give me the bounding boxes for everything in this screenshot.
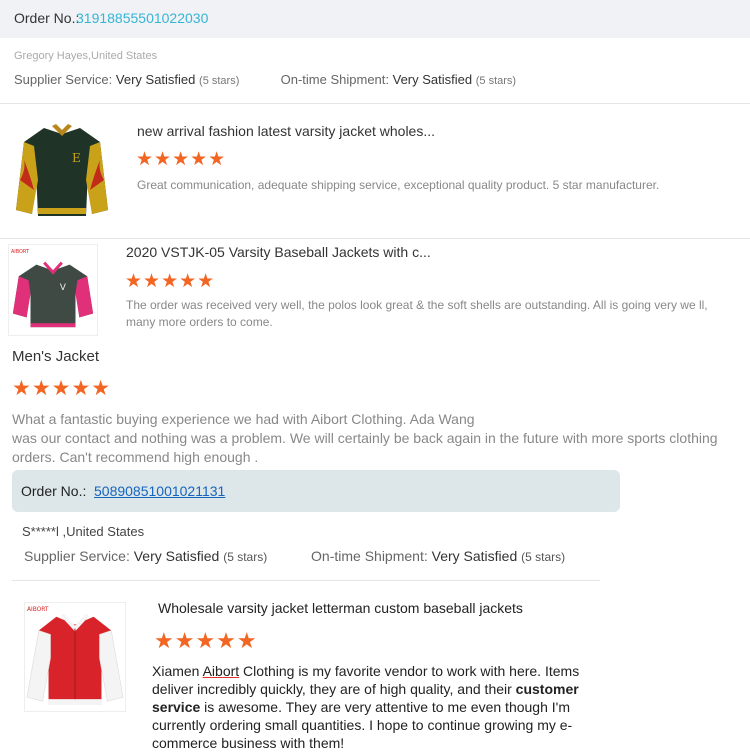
review-text: The order was received very well, the po… — [126, 298, 708, 329]
supplier-service-value: Very Satisfied — [133, 548, 220, 564]
product-title-link[interactable]: Wholesale varsity jacket letterman custo… — [158, 600, 523, 616]
service-ratings-row: Supplier Service: Very Satisfied (5 star… — [24, 548, 565, 564]
order-header-1: Order No.: 31918855501022030 — [0, 0, 750, 38]
product-image[interactable]: AIBORT V — [8, 244, 98, 336]
supplier-service-label: Supplier Service: — [14, 72, 113, 87]
product-image[interactable]: E — [14, 120, 110, 220]
shipment-value: Very Satisfied — [431, 548, 518, 564]
buyer-name: S*****l ,United States — [22, 524, 145, 539]
order-number-link[interactable]: 31918855501022030 — [76, 10, 208, 26]
rating-stars: ★★★★★ — [136, 149, 227, 170]
shipment-stars: (5 stars) — [475, 75, 517, 87]
review-line: was our contact and nothing was a proble… — [12, 430, 718, 465]
divider — [12, 580, 600, 581]
rating-stars: ★★★★★ — [125, 271, 216, 292]
review-text: What a fantastic buying experience we ha… — [12, 410, 732, 467]
shipment-label: On-time Shipment: — [311, 548, 428, 564]
review-heading: Men's Jacket — [12, 348, 100, 365]
rating-stars: ★★★★★ — [154, 628, 258, 653]
order-header-2: Order No.: 50890851001021131 — [12, 470, 620, 512]
svg-text:AIBORT: AIBORT — [27, 607, 49, 613]
shipment-stars: (5 stars) — [521, 550, 566, 564]
review-fragment: Xiamen — [152, 663, 203, 679]
product-title-link[interactable]: new arrival fashion latest varsity jacke… — [137, 123, 435, 139]
order-number-label: Order No.: — [14, 10, 80, 26]
supplier-service-stars: (5 stars) — [223, 550, 268, 564]
svg-text:AIBORT: AIBORT — [11, 249, 29, 255]
supplier-service-value: Very Satisfied — [115, 72, 196, 87]
rating-stars: ★★★★★ — [12, 377, 112, 400]
order-number-link[interactable]: 50890851001021131 — [94, 483, 225, 499]
service-ratings-row: Supplier Service: Very Satisfied (5 star… — [14, 72, 516, 87]
shipment-label: On-time Shipment: — [280, 72, 389, 87]
review-text: Great communication, adequate shipping s… — [137, 178, 660, 192]
review-fragment: is awesome. They are very attentive to m… — [152, 699, 573, 751]
divider — [0, 238, 750, 239]
product-title-link[interactable]: 2020 VSTJK-05 Varsity Baseball Jackets w… — [126, 244, 431, 260]
review-text: Xiamen Aibort Clothing is my favorite ve… — [152, 662, 622, 752]
divider — [0, 103, 750, 104]
svg-text:E: E — [72, 151, 81, 165]
supplier-service-label: Supplier Service: — [24, 548, 130, 564]
review-fragment: Aibort — [202, 663, 240, 679]
buyer-name: Gregory Hayes,United States — [14, 50, 158, 62]
supplier-service-stars: (5 stars) — [199, 75, 240, 87]
product-image[interactable]: AIBORT — [24, 602, 126, 712]
review-line: What a fantastic buying experience we ha… — [12, 411, 475, 427]
order-number-label: Order No.: — [21, 483, 87, 499]
shipment-value: Very Satisfied — [392, 72, 473, 87]
svg-text:V: V — [60, 283, 66, 293]
